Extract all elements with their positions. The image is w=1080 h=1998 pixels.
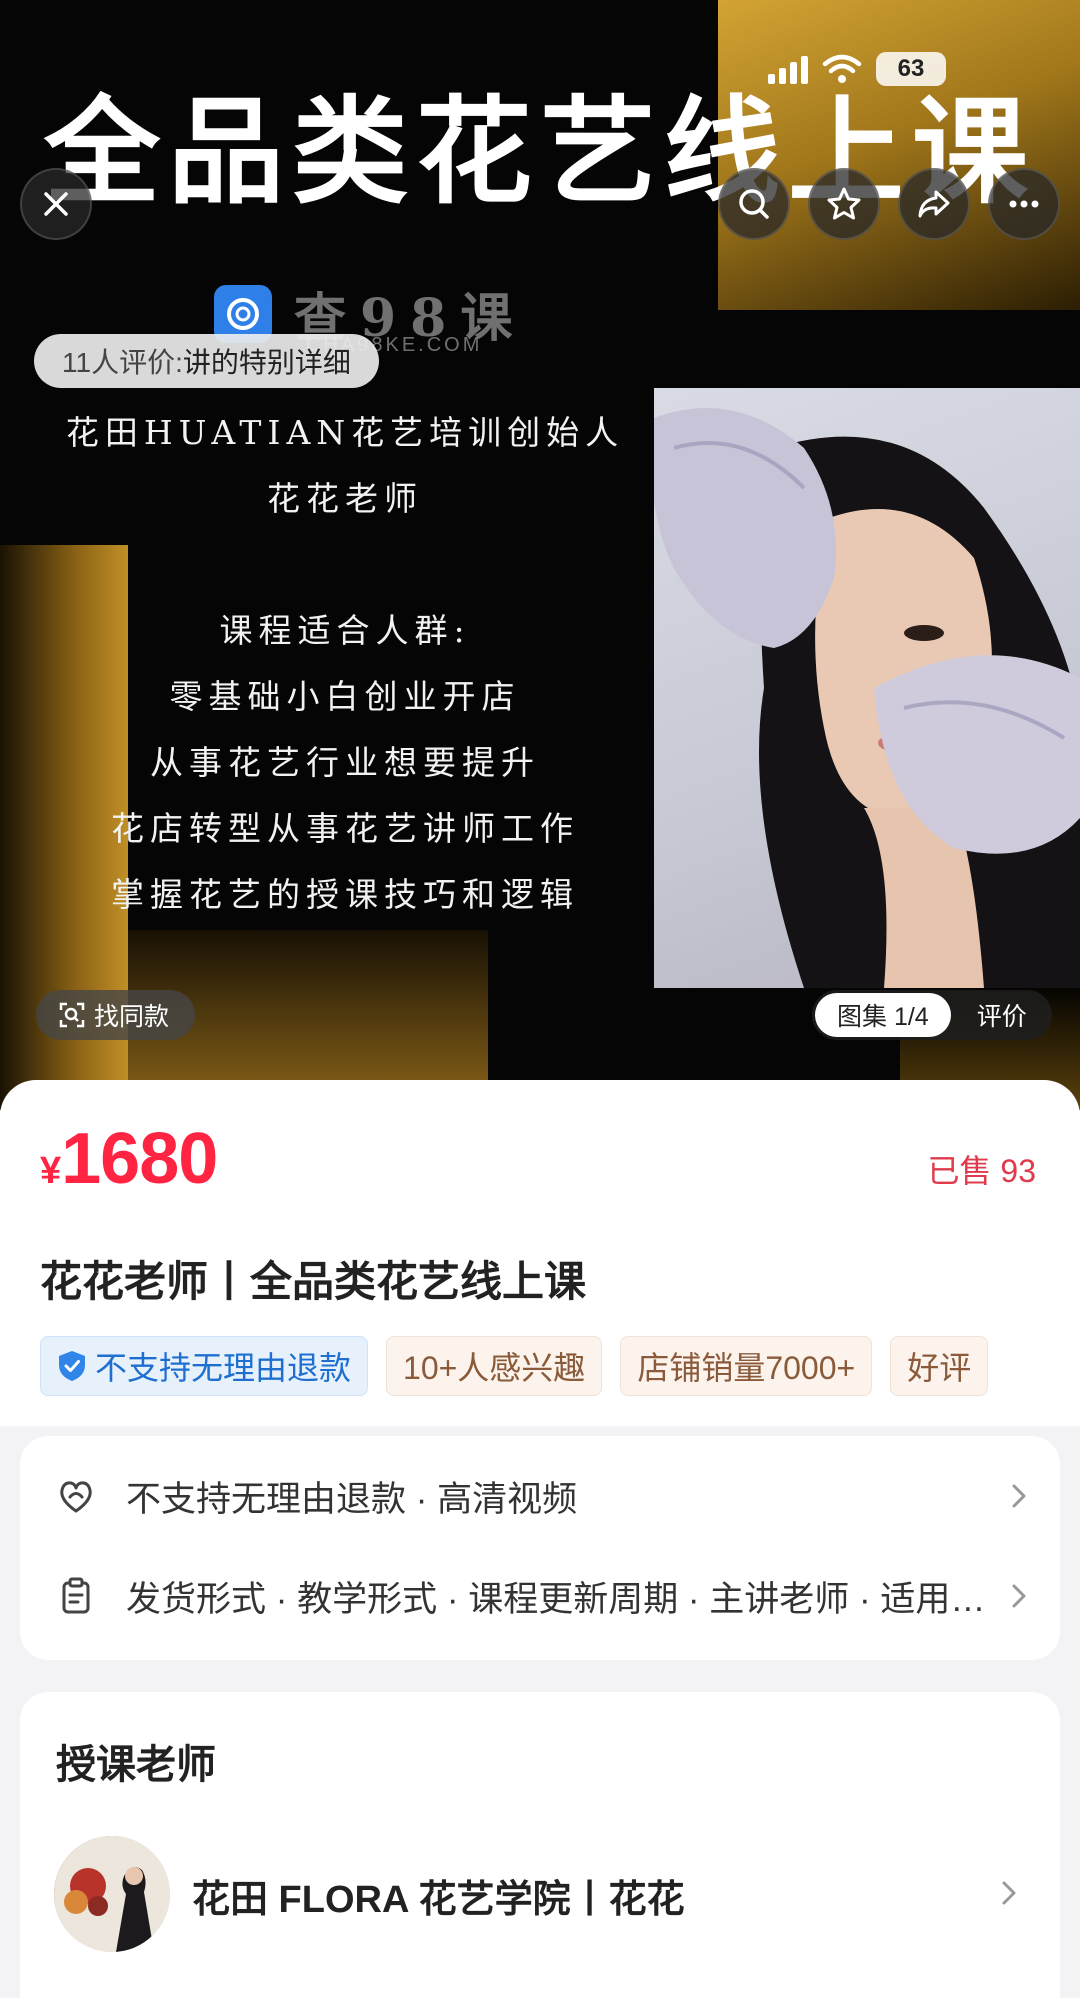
favorite-button[interactable] <box>808 168 880 240</box>
tab-gallery[interactable]: 图集 1/4 <box>815 993 951 1037</box>
clipboard-icon <box>62 1577 90 1614</box>
find-similar-label: 找同款 <box>94 1003 170 1031</box>
close-icon <box>44 192 68 216</box>
tab-reviews[interactable]: 评价 <box>951 997 1049 1033</box>
poster-line: 花店转型从事花艺讲师工作 <box>111 809 579 848</box>
chevron-right-icon[interactable] <box>994 1878 1024 1908</box>
gallery-tabs: 图集 1/4 评价 <box>812 990 1052 1040</box>
refund-icon <box>60 1481 92 1513</box>
tag-interest[interactable]: 10+人感兴趣 <box>386 1336 603 1396</box>
poster-line: 零基础小白创业开店 <box>169 677 521 716</box>
service-info-card: 不支持无理由退款 · 高清视频 发货形式 · 教学形式 · 课程更新周期 · 主… <box>20 1436 1060 1660</box>
service-row-text: 不支持无理由退款 · 高清视频 <box>126 1479 578 1519</box>
shield-check-icon <box>59 1351 85 1381</box>
poster-line: 课程适合人群: <box>219 611 471 650</box>
close-button[interactable] <box>20 168 92 240</box>
tag-refund-policy[interactable]: 不支持无理由退款 <box>40 1336 369 1396</box>
review-highlight[interactable]: 11人评价: 讲的特别详细 <box>34 334 379 388</box>
share-icon <box>918 190 950 218</box>
params-row[interactable]: 发货形式 · 教学形式 · 课程更新周期 · 主讲老师 · 适用人群 <box>54 1566 1034 1626</box>
teacher-name[interactable]: 花田 FLORA 花艺学院丨花花 <box>192 1868 685 1923</box>
tag-good-review[interactable]: 好评 <box>890 1336 989 1396</box>
more-icon <box>1009 200 1039 208</box>
tag-label: 不支持无理由退款 <box>95 1350 352 1386</box>
teacher-portrait-photo <box>654 388 1080 988</box>
service-row[interactable]: 不支持无理由退款 · 高清视频 <box>54 1466 1034 1526</box>
price: ¥1680 <box>40 1118 218 1200</box>
product-gallery[interactable]: 全品类花艺线上课 63 查98课 CHA98KE.COM 11人评价: 讲的特别… <box>0 0 1080 1110</box>
battery-indicator: 63 <box>876 52 946 86</box>
signal-icon <box>768 54 808 84</box>
teacher-card: 授课老师 花田 FLORA 花艺学院丨花花 <box>20 1692 1060 1998</box>
price-currency: ¥ <box>40 1150 62 1192</box>
search-button[interactable] <box>718 168 790 240</box>
product-title: 花花老师丨全品类花艺线上课 <box>40 1257 587 1306</box>
review-snippet: 讲的特别详细 <box>182 347 351 378</box>
search-icon <box>739 189 769 219</box>
more-button[interactable] <box>988 168 1060 240</box>
poster-line: 花田HUATIAN花艺培训创始人 <box>65 413 625 452</box>
params-row-text: 发货形式 · 教学形式 · 课程更新周期 · 主讲老师 · 适用人群 <box>126 1579 1004 1619</box>
poster-line: 花花老师 <box>267 479 423 518</box>
share-button[interactable] <box>898 168 970 240</box>
wifi-icon <box>822 54 862 83</box>
price-value: 1680 <box>61 1119 218 1199</box>
chevron-right-icon <box>1012 1584 1026 1608</box>
teacher-avatar[interactable] <box>54 1836 170 1952</box>
teacher-section-title: 授课老师 <box>56 1742 216 1788</box>
scan-icon <box>59 1002 85 1028</box>
poster-description: 花田HUATIAN花艺培训创始人 花花老师 课程适合人群: 零基础小白创业开店 … <box>50 400 640 928</box>
star-icon <box>827 187 861 220</box>
sold-count: 已售 93 <box>927 1153 1037 1189</box>
chevron-right-icon <box>1012 1484 1026 1508</box>
review-count: 11人评价: <box>62 347 183 378</box>
find-similar-button[interactable]: 找同款 <box>36 990 196 1040</box>
poster-line: 掌握花艺的授课技巧和逻辑 <box>111 875 579 914</box>
poster-line: 从事花艺行业想要提升 <box>150 743 540 782</box>
status-bar: 63 <box>768 52 946 86</box>
poster-line <box>50 532 640 598</box>
tag-store-sales[interactable]: 店铺销量7000+ <box>620 1336 873 1396</box>
tag-list: 不支持无理由退款 10+人感兴趣 店铺销量7000+ 好评 <box>40 1336 1040 1396</box>
